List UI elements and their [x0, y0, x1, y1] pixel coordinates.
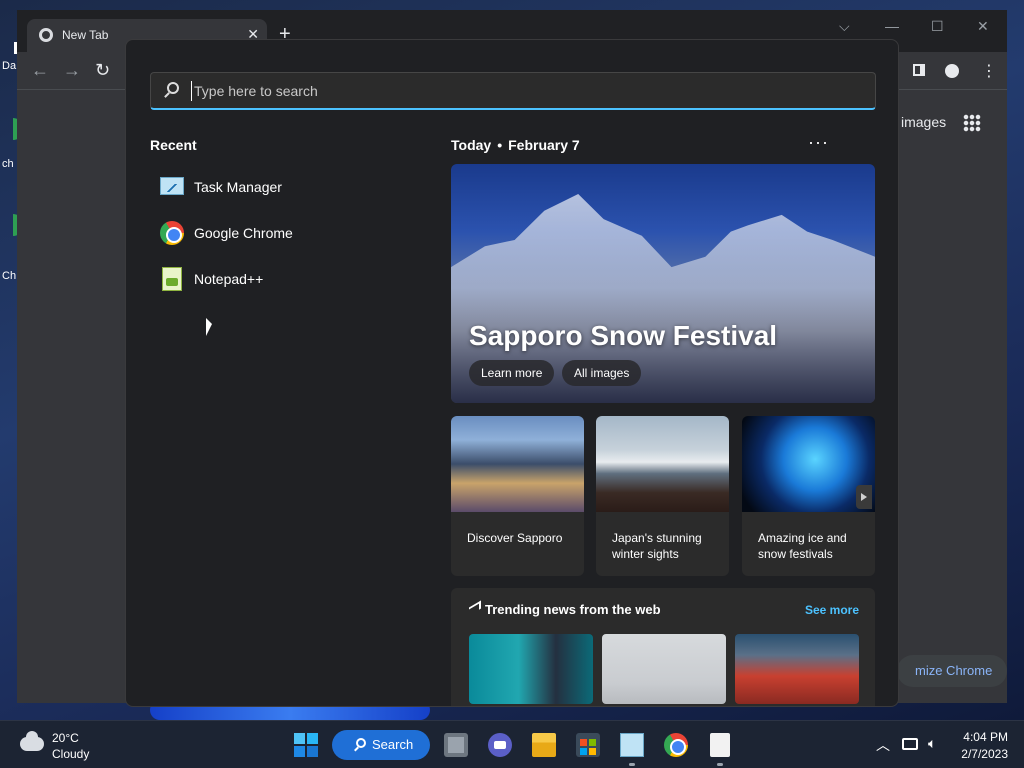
notepad-icon[interactable] — [710, 733, 730, 757]
recent-heading: Recent — [150, 137, 197, 153]
profile-icon[interactable] — [945, 64, 959, 78]
trending-title: Trending news from the web — [485, 602, 661, 617]
search-icon — [167, 82, 179, 94]
running-indicator — [629, 763, 635, 766]
minimize-button[interactable]: — — [885, 18, 899, 34]
taskbar: 20°C Cloudy Search ︿ 🔈︎ 4:04 PM 2/7/2023 — [0, 720, 1024, 768]
close-window-button[interactable]: ✕ — [977, 18, 989, 35]
trending-news-item[interactable] — [602, 634, 726, 704]
recent-item-google-chrome[interactable]: Google Chrome — [158, 217, 418, 251]
back-icon[interactable]: ← — [31, 60, 49, 81]
menu-kebab-icon[interactable]: ⋮ — [981, 61, 997, 81]
more-options-icon[interactable]: ··· — [808, 132, 829, 153]
trending-news-item[interactable] — [735, 634, 859, 704]
search-input[interactable] — [191, 81, 851, 101]
all-images-button[interactable]: All images — [562, 360, 642, 386]
cloudy-weather-icon[interactable] — [20, 731, 44, 751]
task-view-icon[interactable] — [444, 733, 468, 757]
learn-more-button[interactable]: Learn more — [469, 360, 555, 386]
side-panel-icon[interactable] — [913, 64, 925, 76]
chrome-favicon-icon — [39, 28, 53, 42]
reload-icon[interactable]: ↻ — [95, 60, 110, 81]
trending-news-panel: Trending news from the web See more — [451, 588, 875, 706]
file-explorer-icon[interactable] — [532, 733, 556, 757]
images-link[interactable]: images — [901, 114, 946, 130]
hero-title: Sapporo Snow Festival — [469, 320, 778, 351]
recent-item-task-manager[interactable]: Task Manager — [158, 171, 418, 205]
desktop-icon-label[interactable]: Da — [2, 60, 16, 72]
chrome-icon — [160, 221, 184, 245]
card-japan-winter-sights[interactable]: Japan's stunning winter sights — [596, 416, 729, 576]
highlights-date-heading: Today • February 7 — [451, 137, 580, 153]
taskbar-search-label: Search — [372, 737, 414, 752]
mouse-cursor-icon — [206, 318, 212, 336]
recent-item-label: Notepad++ — [194, 271, 264, 287]
search-box[interactable] — [150, 72, 876, 110]
next-cards-icon[interactable] — [856, 485, 872, 509]
tab-title: New Tab — [62, 28, 109, 42]
search-flyout: Recent Task Manager Google Chrome Notepa… — [125, 39, 899, 707]
card-discover-sapporo[interactable]: Discover Sapporo — [451, 416, 584, 576]
see-more-link[interactable]: See more — [805, 603, 859, 617]
hero-card-sapporo[interactable]: Sapporo Snow Festival Learn more All ima… — [451, 164, 875, 403]
date-label: February 7 — [508, 137, 580, 153]
clock-date[interactable]: 2/7/2023 — [961, 747, 1008, 761]
card-label: Japan's stunning winter sights — [612, 531, 702, 561]
start-icon[interactable] — [294, 733, 318, 757]
clock-time[interactable]: 4:04 PM — [963, 730, 1008, 744]
customize-chrome-button[interactable]: mize Chrome — [897, 655, 1007, 687]
recent-item-notepad-plus-plus[interactable]: Notepad++ — [158, 263, 418, 297]
card-image — [596, 416, 729, 512]
desktop-icon-label[interactable]: Ch — [2, 270, 16, 282]
trending-arrow-icon — [469, 600, 481, 616]
taskbar-search-button[interactable]: Search — [332, 730, 430, 760]
tab-search-dropdown-icon[interactable]: ⌵ — [839, 18, 850, 35]
running-indicator — [717, 763, 723, 766]
apps-grid-icon[interactable] — [963, 114, 981, 132]
chat-icon[interactable] — [488, 733, 512, 757]
notepad-plus-plus-icon — [162, 267, 182, 291]
weather-condition[interactable]: Cloudy — [52, 747, 89, 761]
chrome-icon[interactable] — [664, 733, 688, 757]
show-hidden-icons-icon[interactable]: ︿ — [876, 735, 890, 755]
task-manager-icon[interactable] — [620, 733, 644, 757]
forward-icon[interactable]: → — [63, 60, 81, 81]
recent-item-label: Task Manager — [194, 179, 282, 195]
volume-icon[interactable]: 🔈︎ — [928, 735, 936, 752]
recent-item-label: Google Chrome — [194, 225, 293, 241]
desktop-icon-label[interactable]: ch — [2, 158, 14, 170]
card-label: Discover Sapporo — [467, 531, 563, 545]
today-label: Today — [451, 137, 492, 153]
search-icon — [356, 738, 366, 748]
network-icon[interactable] — [902, 738, 918, 750]
card-image — [451, 416, 584, 512]
card-label: Amazing ice and snow festivals — [758, 531, 847, 561]
task-manager-icon — [160, 177, 184, 195]
maximize-button[interactable]: ☐ — [931, 18, 944, 35]
trending-news-item[interactable] — [469, 634, 593, 704]
store-icon[interactable] — [576, 733, 600, 757]
weather-temperature[interactable]: 20°C — [52, 731, 79, 745]
